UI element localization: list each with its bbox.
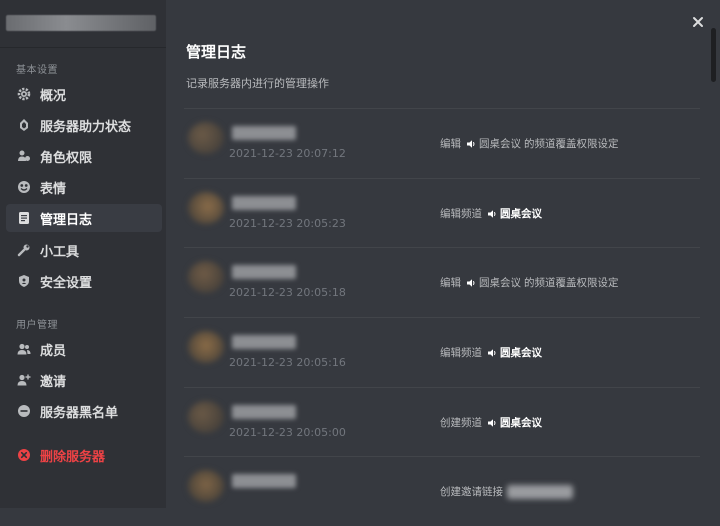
section-header-user-management: 用户管理 xyxy=(16,320,58,331)
avatar xyxy=(188,122,224,154)
sidebar-item-label: 概况 xyxy=(40,88,67,104)
log-entry-row[interactable]: 2021-12-23 20:05:23 编辑频道 圆桌会议 xyxy=(184,178,700,248)
sidebar-divider xyxy=(0,47,166,48)
sidebar-item-label: 表情 xyxy=(40,181,67,197)
channel-name[interactable]: 圆桌会议 xyxy=(479,136,521,151)
log-entry-row[interactable]: 2021-12-23 20:05:16 编辑频道 圆桌会议 xyxy=(184,317,700,387)
username-redacted xyxy=(232,196,296,210)
audit-log-panel: 管理日志 记录服务器内进行的管理操作 2021-12-23 20:07:12 编辑… xyxy=(166,0,720,508)
channel-name[interactable]: 圆桌会议 xyxy=(479,275,521,290)
scrollbar-thumb[interactable] xyxy=(711,28,716,82)
sidebar-item-label: 安全设置 xyxy=(40,275,93,291)
channel-name[interactable]: 圆桌会议 xyxy=(500,206,542,221)
sidebar-item-overview[interactable]: 概况 xyxy=(6,80,162,108)
sidebar-item-label: 邀请 xyxy=(40,374,67,390)
server-name-redacted xyxy=(6,15,156,31)
delete-server-button[interactable]: 删除服务器 xyxy=(6,441,162,469)
avatar xyxy=(188,470,224,502)
username-redacted xyxy=(232,126,296,140)
username-redacted xyxy=(232,335,296,349)
page-title: 管理日志 xyxy=(186,43,247,61)
log-action: 编辑 xyxy=(440,138,461,150)
voice-channel-icon xyxy=(487,418,497,428)
sidebar-item-label: 服务器黑名单 xyxy=(40,405,119,421)
sidebar-item-members[interactable]: 成员 xyxy=(6,335,162,363)
sidebar-item-boost-status[interactable]: 服务器助力状态 xyxy=(6,111,162,139)
shield-icon xyxy=(16,273,32,289)
log-timestamp: 2021-12-23 20:05:23 xyxy=(229,217,346,230)
sidebar-item-label: 管理日志 xyxy=(40,212,93,228)
sidebar-item-bans[interactable]: 服务器黑名单 xyxy=(6,397,162,425)
voice-channel-icon xyxy=(466,139,476,149)
log-action: 创建邀请链接 xyxy=(440,486,503,498)
sidebar-item-roles[interactable]: 角色权限 xyxy=(6,142,162,170)
log-entry-row[interactable]: 2021-12-23 20:07:12 编辑 圆桌会议 的频道覆盖权限设定 xyxy=(184,108,700,178)
sidebar-item-label: 成员 xyxy=(40,343,67,359)
log-timestamp: 2021-12-23 20:05:00 xyxy=(229,426,346,439)
log-suffix: 的频道覆盖权限设定 xyxy=(524,138,619,150)
wrench-icon xyxy=(16,242,32,258)
username-redacted xyxy=(232,474,296,488)
sidebar-item-invites[interactable]: 邀请 xyxy=(6,366,162,394)
members-icon xyxy=(16,341,32,357)
voice-channel-icon xyxy=(487,209,497,219)
avatar xyxy=(188,401,224,433)
sidebar-item-audit-log[interactable]: 管理日志 xyxy=(6,204,162,232)
log-entry-row[interactable]: 2021-12-23 20:05:00 创建频道 圆桌会议 xyxy=(184,387,700,457)
delete-icon xyxy=(16,447,32,463)
delete-server-label: 删除服务器 xyxy=(40,449,106,465)
avatar xyxy=(188,331,224,363)
voice-channel-icon xyxy=(487,348,497,358)
sidebar-item-widgets[interactable]: 小工具 xyxy=(6,236,162,264)
scrollbar[interactable] xyxy=(710,26,716,508)
settings-sidebar: 基本设置 概况 服务器助力状态 角色权限 表情 管理日志 小工具 安全设置 用户… xyxy=(0,0,166,508)
roles-icon xyxy=(16,148,32,164)
boost-icon xyxy=(16,117,32,133)
log-timestamp: 2021-12-23 20:05:16 xyxy=(229,356,346,369)
log-description: 创建邀请链接 xyxy=(440,484,573,499)
avatar xyxy=(188,261,224,293)
channel-name[interactable]: 圆桌会议 xyxy=(500,415,542,430)
page-subtitle: 记录服务器内进行的管理操作 xyxy=(186,77,329,90)
emoji-icon xyxy=(16,179,32,195)
avatar xyxy=(188,192,224,224)
log-description: 创建频道 圆桌会议 xyxy=(440,415,542,430)
sidebar-item-label: 服务器助力状态 xyxy=(40,119,132,135)
log-action: 编辑频道 xyxy=(440,347,482,359)
log-entry-row[interactable]: 创建邀请链接 xyxy=(184,456,700,526)
sidebar-item-emoji[interactable]: 表情 xyxy=(6,173,162,201)
voice-channel-icon xyxy=(466,278,476,288)
close-button[interactable] xyxy=(690,14,706,30)
log-action: 编辑 xyxy=(440,277,461,289)
audit-log-icon xyxy=(16,210,32,226)
sidebar-item-label: 角色权限 xyxy=(40,150,93,166)
sidebar-item-safety[interactable]: 安全设置 xyxy=(6,267,162,295)
username-redacted xyxy=(232,265,296,279)
username-redacted xyxy=(232,405,296,419)
close-icon xyxy=(693,17,703,27)
log-action: 创建频道 xyxy=(440,417,482,429)
log-description: 编辑频道 圆桌会议 xyxy=(440,345,542,360)
invite-link-redacted xyxy=(507,484,573,499)
log-description: 编辑 圆桌会议 的频道覆盖权限设定 xyxy=(440,136,619,151)
log-timestamp: 2021-12-23 20:05:18 xyxy=(229,286,346,299)
log-action: 编辑频道 xyxy=(440,208,482,220)
section-header-basic: 基本设置 xyxy=(16,65,58,76)
log-timestamp: 2021-12-23 20:07:12 xyxy=(229,147,346,160)
log-description: 编辑频道 圆桌会议 xyxy=(440,206,542,221)
log-description: 编辑 圆桌会议 的频道覆盖权限设定 xyxy=(440,275,619,290)
sidebar-item-label: 小工具 xyxy=(40,244,80,260)
ban-icon xyxy=(16,403,32,419)
gear-icon xyxy=(16,86,32,102)
log-entry-row[interactable]: 2021-12-23 20:05:18 编辑 圆桌会议 的频道覆盖权限设定 xyxy=(184,247,700,317)
log-suffix: 的频道覆盖权限设定 xyxy=(524,277,619,289)
channel-name[interactable]: 圆桌会议 xyxy=(500,345,542,360)
invite-icon xyxy=(16,372,32,388)
